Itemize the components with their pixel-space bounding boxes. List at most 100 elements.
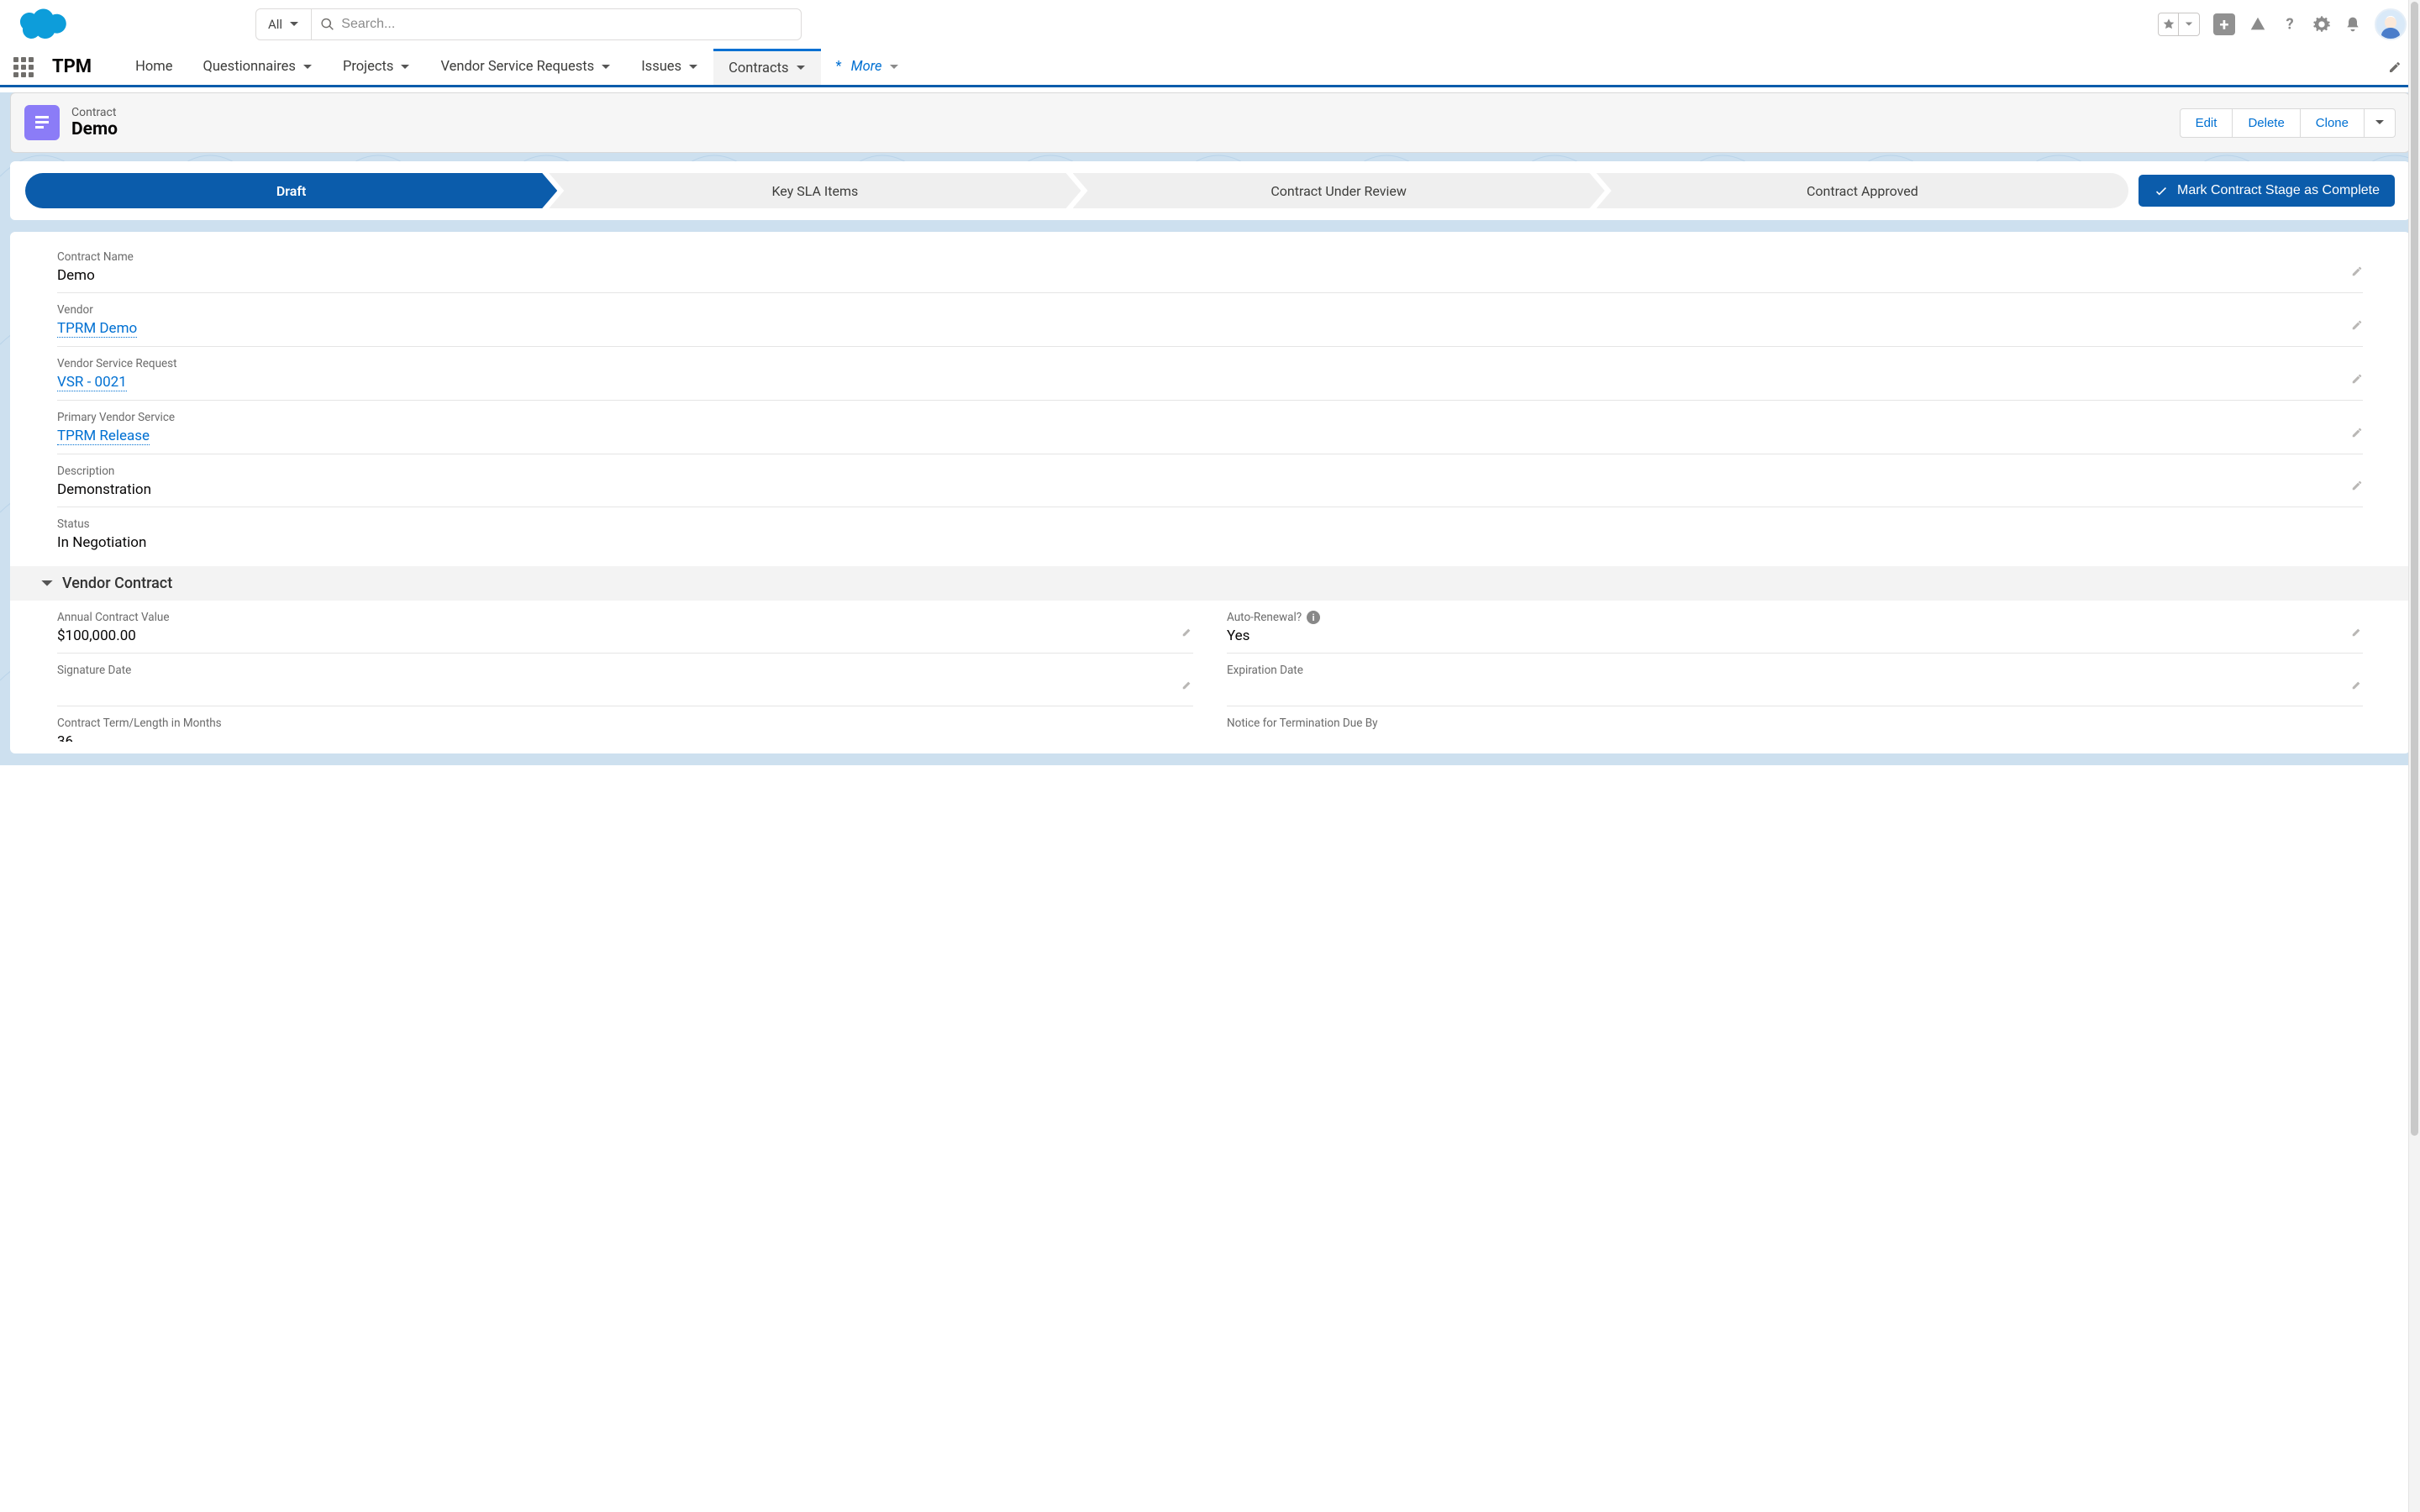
field-notice-termination-due: Notice for Termination Due By: [1227, 710, 2363, 750]
search-icon: [320, 17, 334, 32]
field-value: Demo: [57, 267, 2363, 284]
field-signature-date: Signature Date: [57, 657, 1193, 706]
path-stage[interactable]: Draft: [25, 173, 557, 208]
app-name: TPM: [52, 56, 92, 77]
edit-field-pencil-icon[interactable]: [2351, 480, 2363, 491]
edit-field-pencil-icon[interactable]: [1181, 626, 1193, 638]
header-utility-icons: + ?: [2158, 8, 2407, 40]
chevron-down-icon: [400, 62, 410, 72]
edit-field-pencil-icon[interactable]: [2351, 427, 2363, 438]
record-titles: Contract Demo: [71, 106, 118, 139]
field-annual-contract-value: Annual Contract Value $100,000.00: [57, 604, 1193, 654]
field-label: Primary Vendor Service: [57, 411, 2363, 424]
chevron-down-icon: [302, 62, 313, 72]
mark-stage-complete-button[interactable]: Mark Contract Stage as Complete: [2139, 175, 2395, 207]
field-value-link[interactable]: VSR - 0021: [57, 374, 127, 391]
field-label: Vendor: [57, 303, 2363, 317]
field-contract-term-months: Contract Term/Length in Months 36: [57, 710, 1193, 750]
check-icon: [2154, 183, 2169, 198]
edit-field-pencil-icon[interactable]: [2351, 679, 2363, 690]
edit-field-pencil-icon[interactable]: [1181, 679, 1193, 690]
field-value: In Negotiation: [57, 534, 2363, 551]
user-avatar[interactable]: [2375, 8, 2407, 40]
favorites-dropdown-icon[interactable]: [2179, 13, 2199, 35]
field-value: 36: [57, 733, 1193, 742]
clone-button[interactable]: Clone: [2301, 108, 2365, 138]
field-vendor: Vendor TPRM Demo: [57, 297, 2363, 347]
path-stage[interactable]: Contract Under Review: [1073, 173, 1605, 208]
field-description: Description Demonstration: [57, 458, 2363, 507]
favorite-star-icon[interactable]: [2159, 13, 2179, 35]
nav-item-questionnaires[interactable]: Questionnaires: [187, 49, 327, 85]
section-title: Vendor Contract: [62, 575, 172, 592]
chevron-down-icon: [796, 63, 806, 73]
edit-button[interactable]: Edit: [2180, 108, 2233, 138]
record-name: Demo: [71, 119, 118, 139]
edit-field-pencil-icon[interactable]: [2351, 373, 2363, 385]
record-actions-more-button[interactable]: [2365, 108, 2396, 138]
field-label: Signature Date: [57, 664, 1193, 677]
field-expiration-date: Expiration Date: [1227, 657, 2363, 706]
field-value: [1227, 680, 2363, 697]
scrollbar-thumb[interactable]: [2411, 2, 2418, 1136]
global-search-input[interactable]: [341, 17, 792, 32]
nav-item-home[interactable]: Home: [120, 49, 187, 85]
edit-nav-pencil-icon[interactable]: [2388, 60, 2407, 74]
record-actions: Edit Delete Clone: [2180, 108, 2396, 138]
trailhead-icon[interactable]: [2249, 15, 2267, 34]
field-label: Contract Term/Length in Months: [57, 717, 1193, 730]
nav-item-issues[interactable]: Issues: [626, 49, 713, 85]
favorites-control: [2158, 13, 2200, 36]
record-header: Contract Demo Edit Delete Clone: [10, 92, 2410, 153]
path-stage[interactable]: Contract Approved: [1597, 173, 2128, 208]
global-search: All: [255, 8, 802, 40]
field-value: Yes: [1227, 627, 2363, 644]
path-stage[interactable]: Key SLA Items: [549, 173, 1081, 208]
field-label: Annual Contract Value: [57, 611, 1193, 624]
field-label: Contract Name: [57, 250, 2363, 264]
field-value-link[interactable]: TPRM Demo: [57, 320, 137, 338]
field-label: Notice for Termination Due By: [1227, 717, 2363, 730]
nav-item-vendor-service-requests[interactable]: Vendor Service Requests: [425, 49, 626, 85]
search-scope-selector[interactable]: All: [256, 9, 312, 39]
edit-field-pencil-icon[interactable]: [2351, 319, 2363, 331]
record-object-label: Contract: [71, 106, 118, 119]
field-label: Status: [57, 517, 2363, 531]
chevron-down-icon: [2375, 118, 2385, 128]
nav-item-more[interactable]: *More: [821, 49, 914, 85]
section-vendor-contract[interactable]: Vendor Contract: [10, 566, 2410, 601]
nav-items: Home Questionnaires Projects Vendor Serv…: [120, 49, 913, 85]
scrollbar[interactable]: [2408, 0, 2420, 1512]
delete-button[interactable]: Delete: [2233, 108, 2300, 138]
field-value: [57, 680, 1193, 697]
info-icon[interactable]: i: [1307, 611, 1320, 624]
chevron-down-icon: [688, 62, 698, 72]
field-label: Description: [57, 465, 2363, 478]
notifications-bell-icon[interactable]: [2344, 15, 2361, 34]
field-label: Vendor Service Request: [57, 357, 2363, 370]
salesforce-logo: [13, 5, 71, 44]
app-nav-bar: TPM Home Questionnaires Projects Vendor …: [0, 49, 2420, 87]
search-input-container: [312, 9, 801, 39]
field-label: Auto-Renewal? i: [1227, 611, 2363, 624]
edit-field-pencil-icon[interactable]: [2351, 265, 2363, 277]
field-contract-name: Contract Name Demo: [57, 244, 2363, 293]
field-auto-renewal: Auto-Renewal? i Yes: [1227, 604, 2363, 654]
app-launcher-icon[interactable]: [13, 57, 34, 77]
field-value: $100,000.00: [57, 627, 1193, 644]
setup-gear-icon[interactable]: [2312, 15, 2331, 34]
field-value-link[interactable]: TPRM Release: [57, 428, 150, 445]
global-add-button[interactable]: +: [2213, 13, 2235, 35]
edit-field-pencil-icon[interactable]: [2351, 626, 2363, 638]
path-stages: Draft Key SLA Items Contract Under Revie…: [25, 173, 2128, 208]
svg-text:?: ?: [2286, 16, 2293, 34]
path-card: Draft Key SLA Items Contract Under Revie…: [10, 161, 2410, 220]
help-icon[interactable]: ?: [2281, 15, 2299, 34]
field-status: Status In Negotiation: [57, 511, 2363, 559]
global-header: All + ?: [0, 0, 2420, 49]
search-scope-label: All: [268, 17, 282, 32]
nav-item-contracts[interactable]: Contracts: [713, 49, 820, 85]
nav-item-projects[interactable]: Projects: [328, 49, 426, 85]
field-primary-vendor-service: Primary Vendor Service TPRM Release: [57, 404, 2363, 454]
chevron-down-icon: [40, 577, 54, 591]
